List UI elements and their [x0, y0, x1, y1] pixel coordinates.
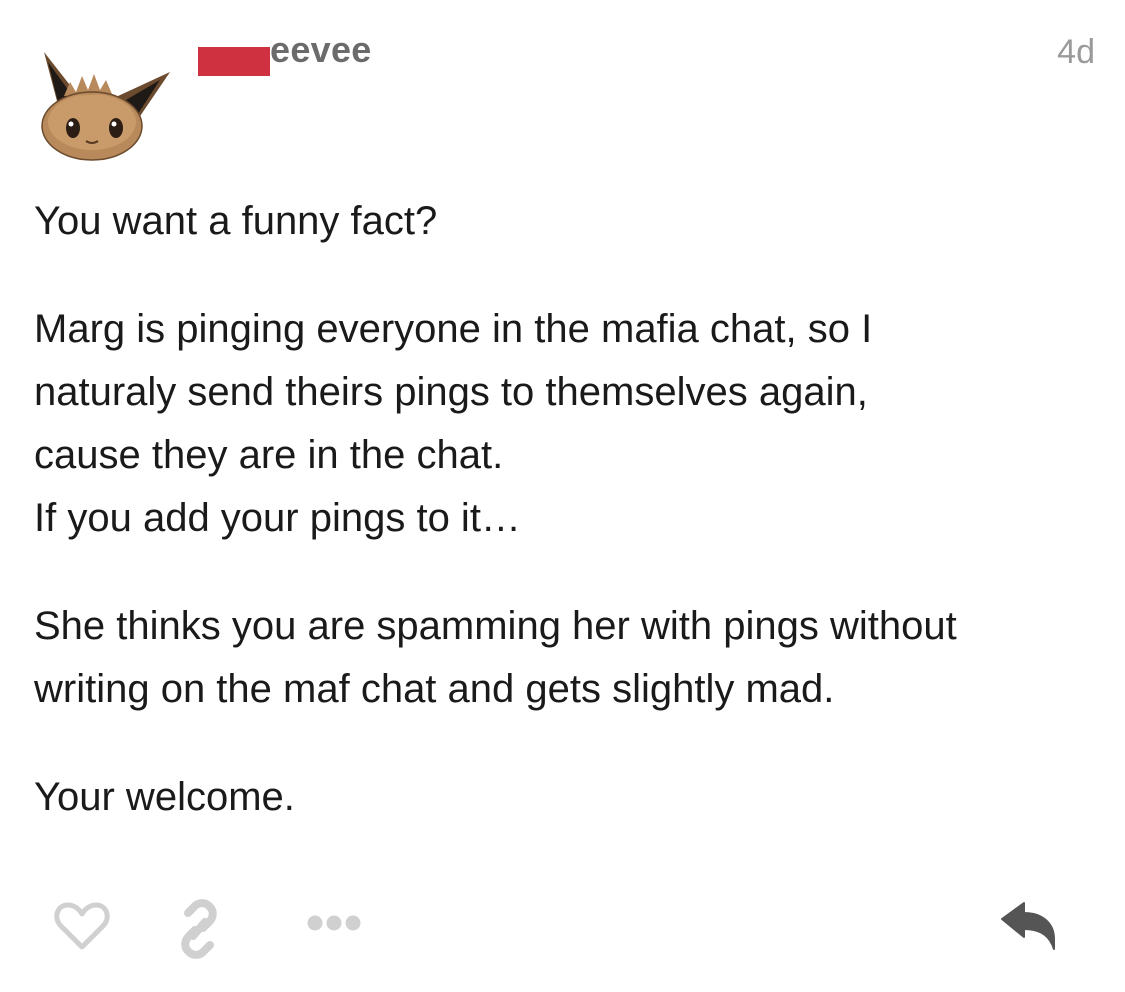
more-options-button[interactable] — [306, 913, 362, 933]
post-paragraph: Marg is pinging everyone in the mafia ch… — [34, 298, 1094, 550]
heart-icon — [54, 902, 110, 950]
eevee-avatar-icon — [41, 52, 170, 161]
post-timestamp: 4d — [1057, 33, 1095, 71]
post-text-line: cause they are in the chat. — [34, 433, 504, 477]
post-text-line: She thinks you are spamming her with pin… — [34, 604, 957, 648]
post-text-line: You want a funny fact? — [34, 199, 438, 243]
redaction-bar — [198, 47, 270, 76]
post-text-line: Marg is pinging everyone in the mafia ch… — [34, 307, 873, 351]
copy-link-button[interactable] — [168, 899, 230, 959]
avatar[interactable] — [28, 44, 172, 162]
post-text-line: naturaly send theirs pings to themselves… — [34, 370, 868, 414]
username[interactable]: eevee — [270, 30, 372, 70]
post-text-line: If you add your pings to it… — [34, 496, 521, 540]
reply-icon — [1001, 902, 1055, 950]
post-card: eevee 4d You want a funny fact? Marg is p… — [0, 0, 1125, 992]
like-button[interactable] — [54, 901, 110, 951]
post-paragraph: Your welcome. — [34, 766, 1094, 829]
link-icon — [181, 899, 217, 959]
more-icon — [307, 915, 361, 931]
post-actions-bar — [0, 895, 1125, 965]
reply-button[interactable] — [998, 899, 1058, 951]
post-text-line: writing on the maf chat and gets slightl… — [34, 667, 835, 711]
post-body: You want a funny fact? Marg is pinging ev… — [34, 190, 1094, 874]
post-author: eevee — [198, 30, 372, 76]
post-paragraph: You want a funny fact? — [34, 190, 1094, 253]
post-text-line: Your welcome. — [34, 775, 295, 819]
post-paragraph: She thinks you are spamming her with pin… — [34, 595, 1094, 721]
